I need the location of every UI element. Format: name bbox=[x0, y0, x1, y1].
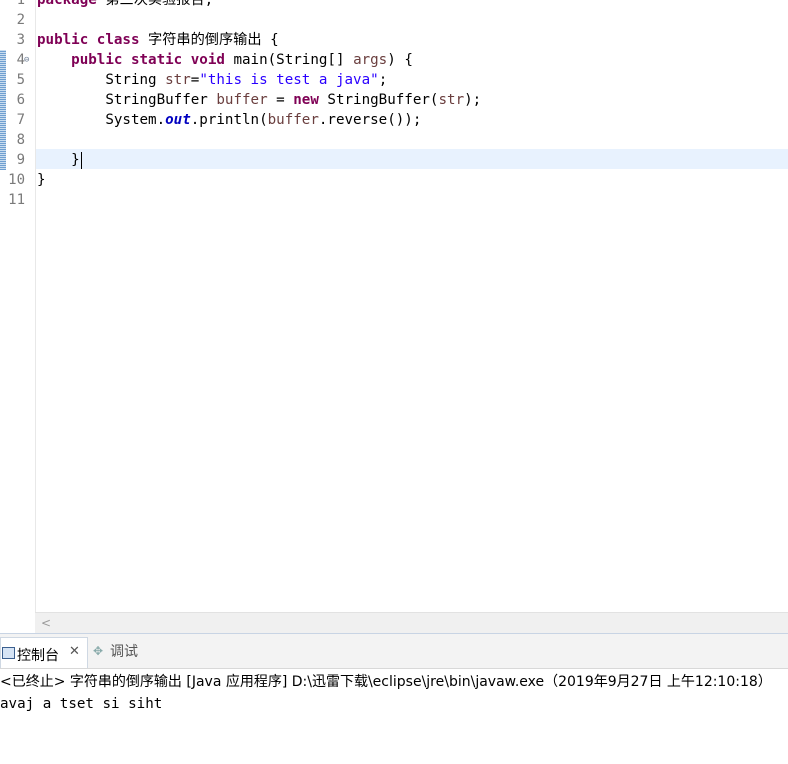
keyword: new bbox=[293, 92, 319, 108]
keyword: class bbox=[96, 32, 140, 48]
line-number: 3 bbox=[16, 32, 25, 48]
code-line[interactable]: System.out.println(buffer.reverse()); bbox=[37, 110, 421, 130]
line-number: 4 bbox=[16, 52, 25, 68]
tab-console[interactable]: 控制台 ✕ bbox=[0, 637, 88, 668]
console-tab-bar: 控制台 ✕ ✥ 调试 bbox=[0, 633, 788, 669]
code-line[interactable]: String str="this is test a java"; bbox=[37, 70, 387, 90]
code-editor[interactable]: 1 2 3 4 ⊖ 5 6 7 8 9 10 11 package 第三次实验报… bbox=[0, 0, 788, 612]
console-icon bbox=[2, 647, 15, 659]
debug-icon: ✥ bbox=[93, 644, 104, 658]
code-text: String bbox=[105, 72, 166, 88]
line-number: 8 bbox=[16, 132, 25, 148]
tab-debug[interactable]: 调试 bbox=[110, 641, 138, 661]
code-text: ; bbox=[378, 72, 388, 88]
code-text: 字符串的倒序输出 { bbox=[139, 32, 279, 48]
line-number: 11 bbox=[8, 192, 25, 208]
line-number-gutter: 1 2 3 4 ⊖ 5 6 7 8 9 10 11 bbox=[0, 0, 36, 612]
line-number: 10 bbox=[8, 172, 25, 188]
local-variable: str bbox=[438, 92, 465, 108]
console-status-line: <已终止> 字符串的倒序输出 [Java 应用程序] D:\迅雷下载\eclip… bbox=[0, 674, 772, 690]
local-variable: buffer bbox=[267, 112, 319, 128]
parameter: args bbox=[353, 52, 388, 68]
keyword: public bbox=[37, 32, 89, 48]
close-icon[interactable]: ✕ bbox=[69, 644, 80, 659]
line-number: 1 bbox=[16, 0, 25, 8]
code-text: StringBuffer bbox=[105, 92, 217, 108]
string-literal: "this is test a java" bbox=[199, 72, 379, 88]
line-number: 9 bbox=[16, 152, 25, 168]
code-text: System. bbox=[105, 112, 166, 128]
code-text: StringBuffer( bbox=[318, 92, 439, 108]
text-cursor bbox=[80, 151, 82, 169]
scroll-left-icon[interactable]: < bbox=[41, 613, 51, 633]
code-text: .println( bbox=[190, 112, 268, 128]
code-line[interactable]: package 第三次实验报告; bbox=[37, 0, 213, 10]
local-variable: str bbox=[165, 72, 191, 88]
code-text: main(String[] bbox=[224, 52, 354, 68]
line-number: 2 bbox=[16, 12, 25, 28]
code-text: 第三次实验报告; bbox=[96, 0, 214, 8]
horizontal-scrollbar[interactable]: < bbox=[35, 612, 788, 633]
code-text: .reverse()); bbox=[318, 112, 422, 128]
code-line[interactable]: StringBuffer buffer = new StringBuffer(s… bbox=[37, 90, 481, 110]
keyword: static bbox=[130, 52, 183, 68]
line-number: 5 bbox=[16, 72, 25, 88]
code-line[interactable]: } bbox=[37, 170, 46, 190]
static-field: out bbox=[165, 112, 191, 128]
keyword: package bbox=[37, 0, 97, 8]
code-line[interactable]: public static void main(String[] args) { bbox=[37, 50, 413, 70]
code-text: ); bbox=[464, 92, 482, 108]
line-number: 7 bbox=[16, 112, 25, 128]
code-text: ) { bbox=[387, 52, 413, 68]
code-line[interactable]: public class 字符串的倒序输出 { bbox=[37, 30, 279, 50]
keyword: public bbox=[71, 52, 123, 68]
console-output[interactable]: avaj a tset si siht bbox=[0, 693, 162, 715]
fold-collapse-icon[interactable]: ⊖ bbox=[24, 50, 33, 70]
code-text: } bbox=[71, 152, 80, 168]
keyword: void bbox=[190, 52, 225, 68]
code-line[interactable]: } bbox=[37, 150, 82, 170]
local-variable: buffer bbox=[216, 92, 268, 108]
current-line-highlight bbox=[36, 149, 788, 169]
code-text: = bbox=[267, 92, 294, 108]
tab-label: 控制台 bbox=[17, 648, 59, 664]
code-text: } bbox=[37, 172, 46, 188]
line-number: 6 bbox=[16, 92, 25, 108]
